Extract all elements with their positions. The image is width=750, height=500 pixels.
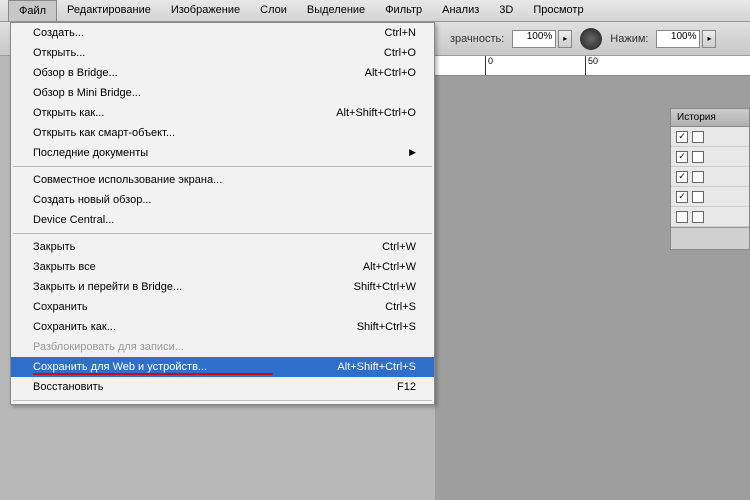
menu-item-shortcut: Ctrl+W — [382, 241, 416, 253]
menu-item-label: Сохранить как... — [33, 321, 116, 333]
menu-item[interactable]: Открыть как... Alt+Shift+Ctrl+O — [11, 103, 434, 123]
menu-3d[interactable]: 3D — [489, 0, 523, 21]
visibility-checkbox[interactable]: ✓ — [676, 191, 688, 203]
menu-item[interactable]: Обзор в Mini Bridge... — [11, 83, 434, 103]
history-tab[interactable]: История — [671, 109, 749, 127]
menu-item-shortcut: Alt+Ctrl+O — [365, 67, 416, 79]
menu-анализ[interactable]: Анализ — [432, 0, 489, 21]
menu-item-shortcut: Shift+Ctrl+S — [357, 321, 416, 333]
visibility-checkbox[interactable]: ✓ — [676, 131, 688, 143]
menu-item-label: Обзор в Mini Bridge... — [33, 87, 141, 99]
menu-item-label: Закрыть и перейти в Bridge... — [33, 281, 182, 293]
menu-item[interactable]: Открыть как смарт-объект... — [11, 123, 434, 143]
menu-item-shortcut: Alt+Shift+Ctrl+O — [336, 107, 416, 119]
opacity-input[interactable]: 100% — [512, 30, 556, 48]
menu-item-label: Последние документы — [33, 147, 148, 159]
history-row[interactable]: ✓ — [671, 187, 749, 207]
menu-item: Разблокировать для записи... — [11, 337, 434, 357]
menu-item-label: Закрыть — [33, 241, 75, 253]
menu-item-label: Открыть как смарт-объект... — [33, 127, 175, 139]
visibility-checkbox[interactable] — [676, 211, 688, 223]
file-menu-dropdown: Создать... Ctrl+N Открыть... Ctrl+O Обзор в … — [10, 22, 435, 405]
menu-item[interactable]: Закрыть все Alt+Ctrl+W — [11, 257, 434, 277]
menu-item-label: Закрыть все — [33, 261, 96, 273]
menu-слои[interactable]: Слои — [250, 0, 297, 21]
menu-изображение[interactable]: Изображение — [161, 0, 250, 21]
menu-item[interactable]: Сохранить как... Shift+Ctrl+S — [11, 317, 434, 337]
menu-item-shortcut: Alt+Shift+Ctrl+S — [337, 361, 416, 373]
ruler-tick: 50 — [585, 56, 598, 76]
menu-item-label: Совместное использование экрана... — [33, 174, 222, 186]
panel-footer — [671, 227, 749, 249]
history-checkbox[interactable] — [692, 131, 704, 143]
history-row[interactable]: ✓ — [671, 127, 749, 147]
menu-item-shortcut: Ctrl+O — [384, 47, 416, 59]
brush-icon[interactable] — [580, 28, 602, 50]
menu-item[interactable]: Последние документы — [11, 143, 434, 163]
menu-item-label: Открыть как... — [33, 107, 104, 119]
menu-item-label: Создать новый обзор... — [33, 194, 152, 206]
menu-item[interactable]: Сохранить Ctrl+S — [11, 297, 434, 317]
pressure-input[interactable]: 100% — [656, 30, 700, 48]
menu-item[interactable]: Закрыть и перейти в Bridge... Shift+Ctrl+… — [11, 277, 434, 297]
visibility-checkbox[interactable]: ✓ — [676, 151, 688, 163]
history-checkbox[interactable] — [692, 211, 704, 223]
visibility-checkbox[interactable]: ✓ — [676, 171, 688, 183]
menu-item[interactable]: Совместное использование экрана... — [11, 170, 434, 190]
history-row[interactable] — [671, 207, 749, 227]
menu-item-shortcut: Ctrl+S — [385, 301, 416, 313]
menu-item-shortcut: Alt+Ctrl+W — [363, 261, 416, 273]
opacity-spinner[interactable]: ▸ — [558, 30, 572, 48]
ruler-tick: 0 — [485, 56, 493, 76]
menu-item[interactable]: Device Central... — [11, 210, 434, 230]
pressure-spinner[interactable]: ▸ — [702, 30, 716, 48]
menu-item[interactable]: Открыть... Ctrl+O — [11, 43, 434, 63]
menu-item-label: Создать... — [33, 27, 84, 39]
menu-item-label: Открыть... — [33, 47, 85, 59]
menubar: ФайлРедактированиеИзображениеСлоиВыделен… — [0, 0, 750, 22]
menu-item[interactable]: Закрыть Ctrl+W — [11, 237, 434, 257]
menu-просмотр[interactable]: Просмотр — [523, 0, 593, 21]
menu-item-label: Сохранить для Web и устройств... — [33, 361, 207, 373]
menu-item[interactable]: Обзор в Bridge... Alt+Ctrl+O — [11, 63, 434, 83]
menu-файл[interactable]: Файл — [8, 0, 57, 21]
menu-item-label: Обзор в Bridge... — [33, 67, 118, 79]
history-checkbox[interactable] — [692, 151, 704, 163]
menu-редактирование[interactable]: Редактирование — [57, 0, 161, 21]
menu-item-shortcut: F12 — [397, 381, 416, 393]
menu-item-label: Сохранить — [33, 301, 88, 313]
menu-item-label: Восстановить — [33, 381, 103, 393]
menu-separator — [13, 166, 432, 167]
opacity-field[interactable]: 100% ▸ — [512, 30, 572, 48]
menu-item[interactable]: Восстановить F12 — [11, 377, 434, 397]
pressure-field[interactable]: 100% ▸ — [656, 30, 716, 48]
history-panel: История ✓ ✓ ✓ ✓ — [670, 108, 750, 250]
menu-separator — [13, 233, 432, 234]
menu-item-label: Device Central... — [33, 214, 114, 226]
menu-item[interactable]: Создать новый обзор... — [11, 190, 434, 210]
menu-item-label: Разблокировать для записи... — [33, 341, 184, 353]
menu-фильтр[interactable]: Фильтр — [375, 0, 432, 21]
history-row[interactable]: ✓ — [671, 167, 749, 187]
history-checkbox[interactable] — [692, 171, 704, 183]
menu-item-shortcut: Shift+Ctrl+W — [354, 281, 416, 293]
menu-item[interactable]: Создать... Ctrl+N — [11, 23, 434, 43]
opacity-label: зрачность: — [450, 33, 504, 45]
ruler-horizontal: 0 50 — [435, 56, 750, 76]
menu-item-shortcut: Ctrl+N — [385, 27, 416, 39]
history-checkbox[interactable] — [692, 191, 704, 203]
history-row[interactable]: ✓ — [671, 147, 749, 167]
menu-выделение[interactable]: Выделение — [297, 0, 375, 21]
menu-separator — [13, 400, 432, 401]
menu-item[interactable]: Сохранить для Web и устройств... Alt+Shif… — [11, 357, 434, 377]
pressure-label: Нажим: — [610, 33, 648, 45]
